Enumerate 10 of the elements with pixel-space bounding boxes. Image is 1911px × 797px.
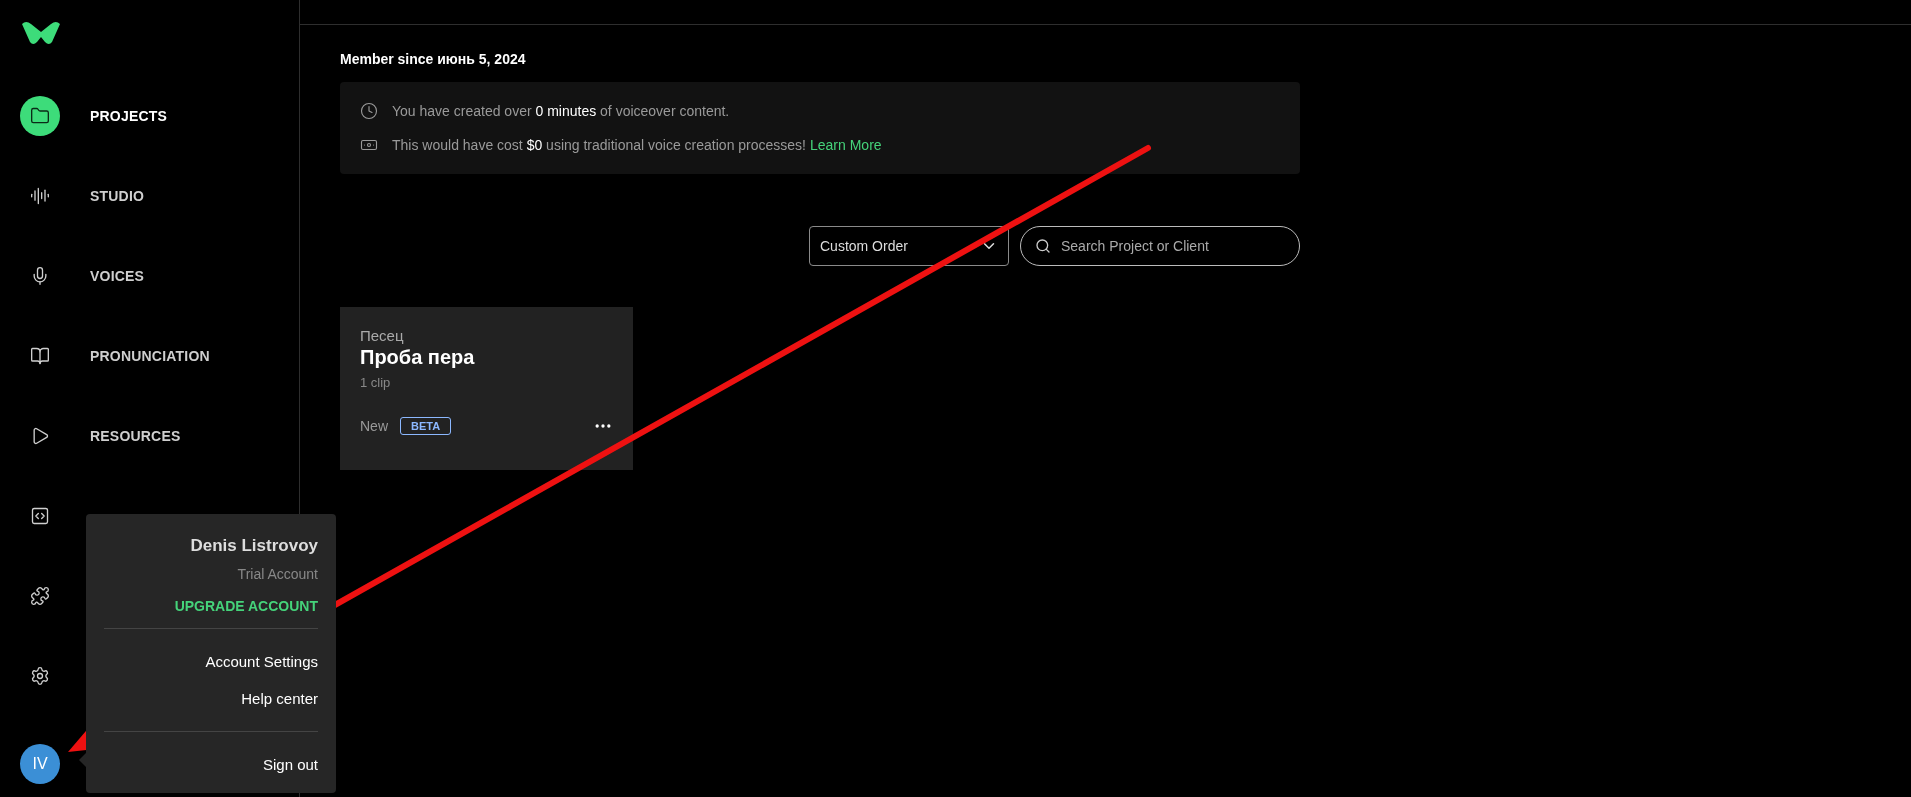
client-name: Песец [360,327,405,344]
user-name: Denis Listrovoy [190,536,318,556]
stat-text: You have created over 0 minutes of voiceover content. [392,103,730,119]
beta-badge: BETA [400,417,452,435]
member-since: Member since июнь 5, 2024 [340,51,527,67]
account-plan: Trial Account [237,566,318,582]
project-status: New [360,418,388,434]
clip-count: 1 clip [360,375,392,390]
stat-text: This would have cost $0 using traditional voice creation processes! [392,137,806,153]
project-title: Проба пера [360,346,476,369]
